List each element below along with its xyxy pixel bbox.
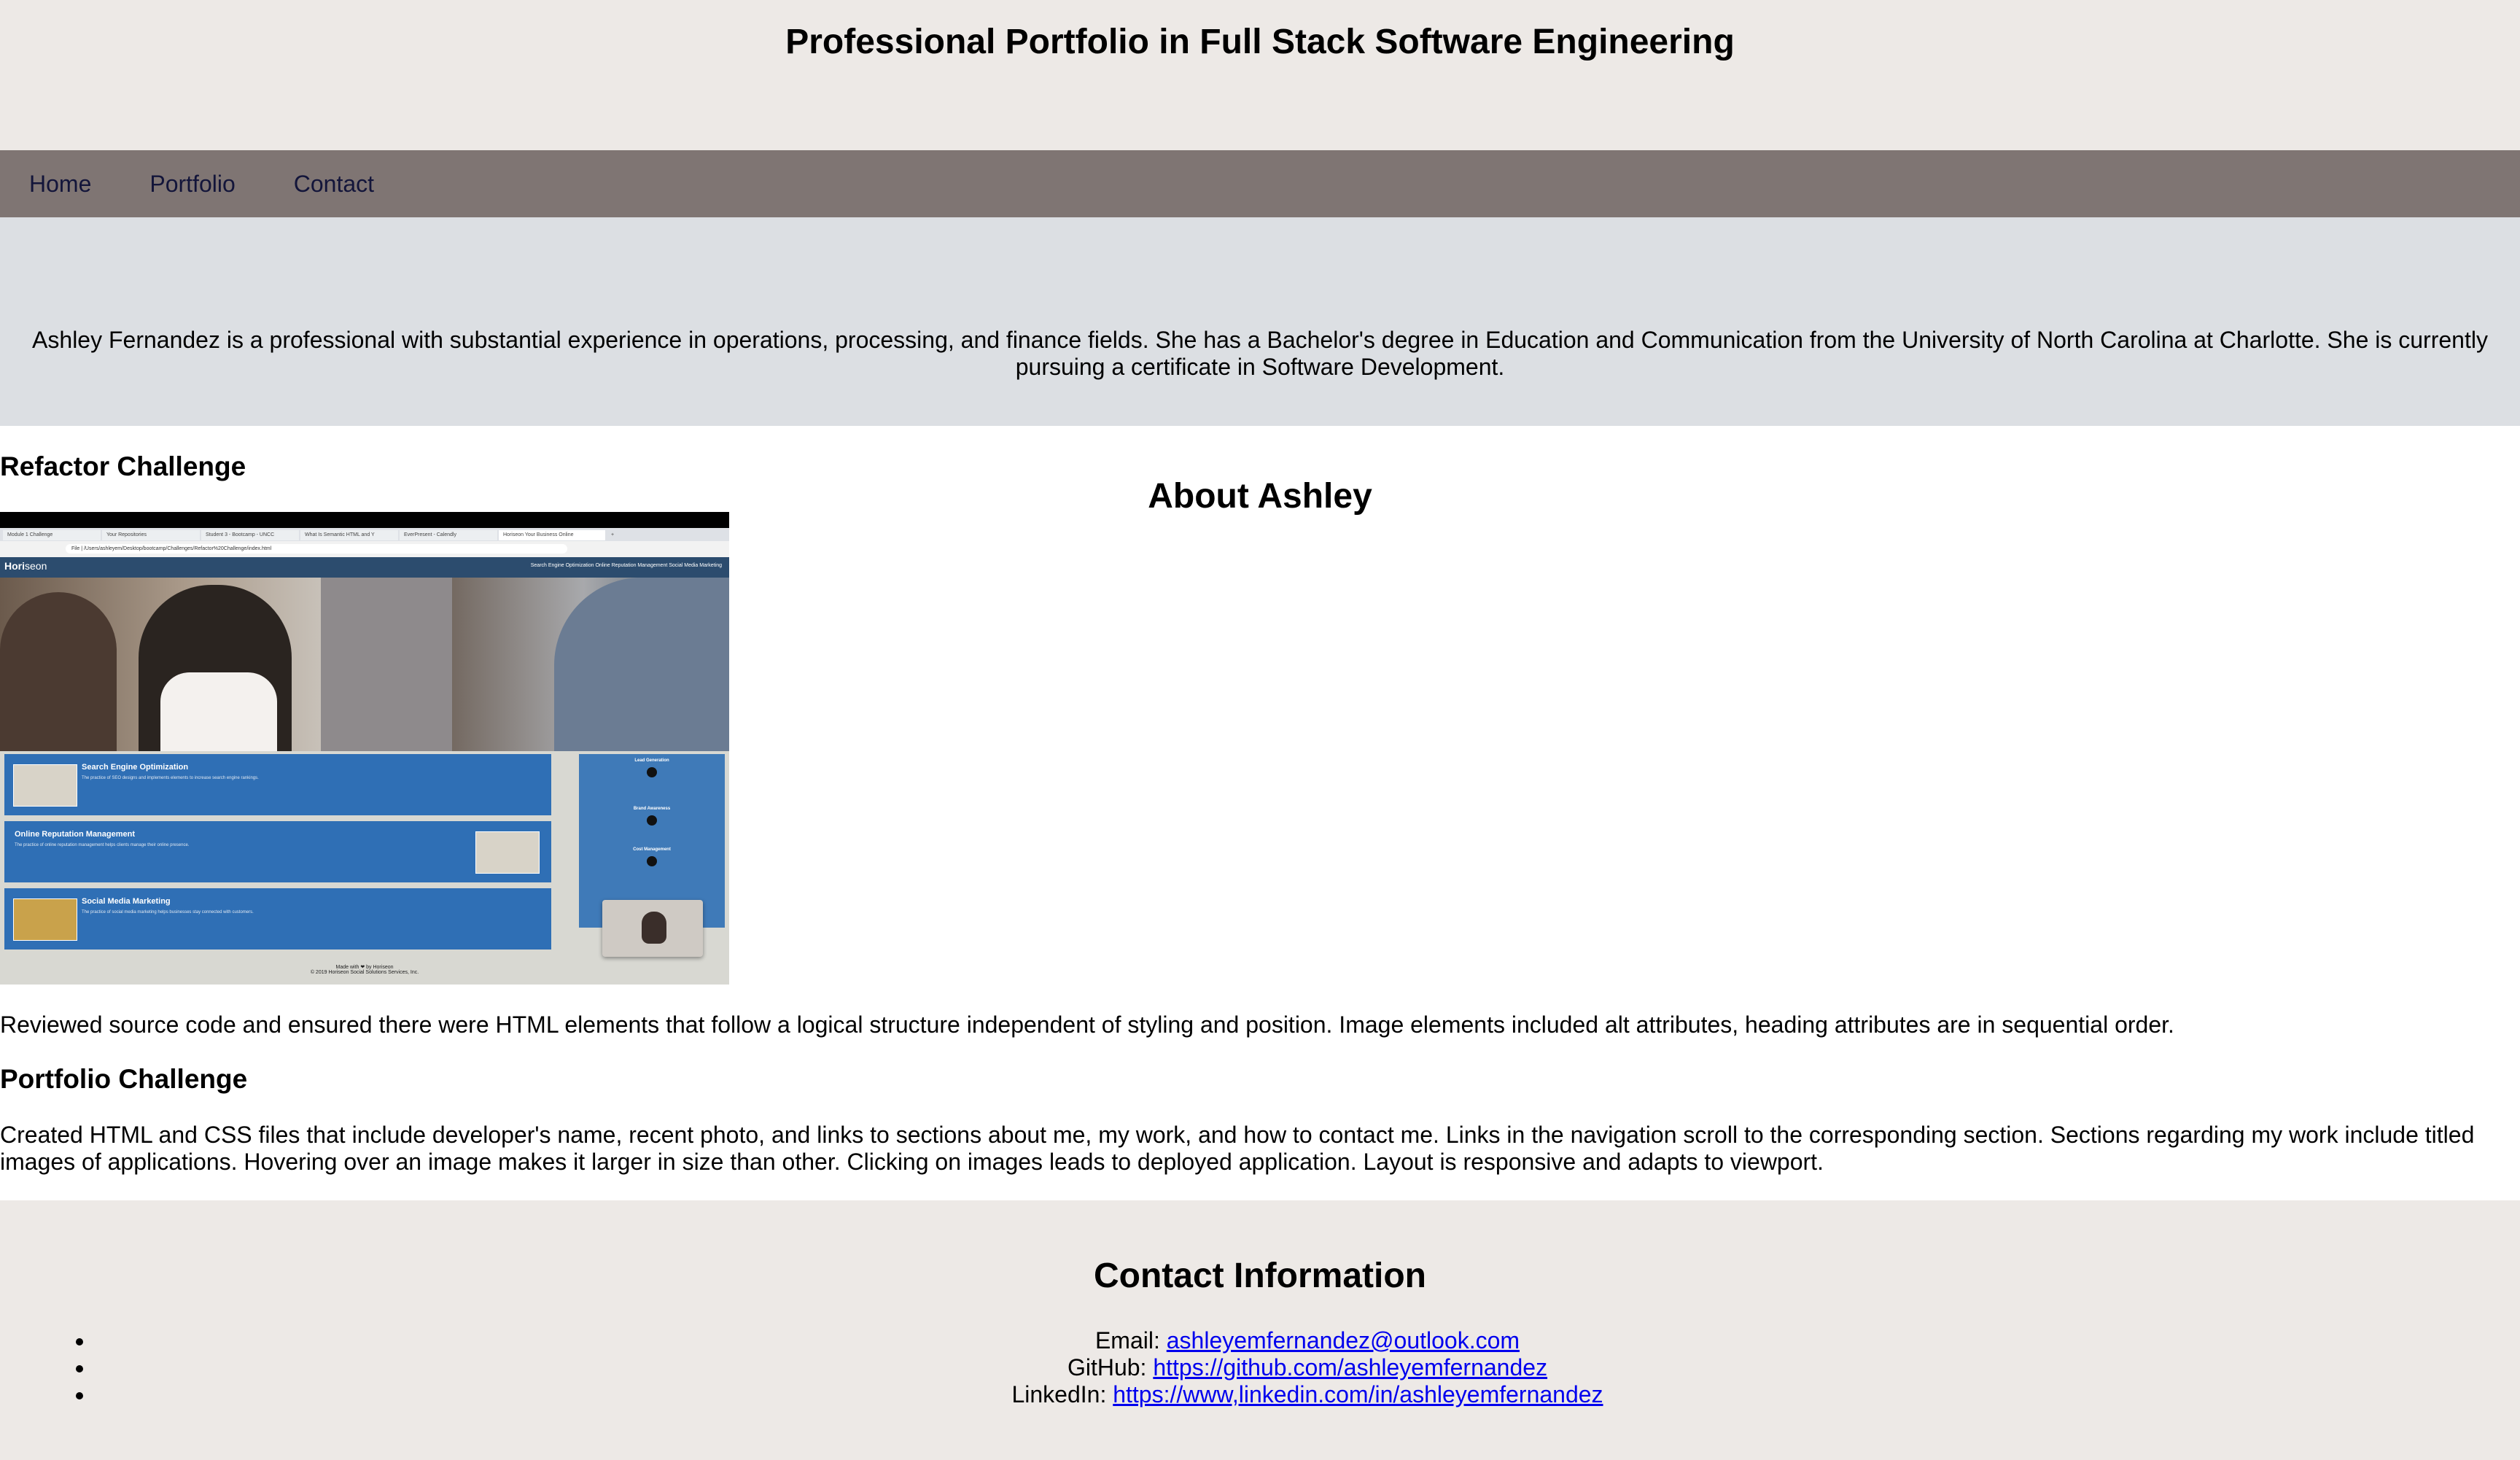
target-icon: [647, 767, 657, 777]
page-title: Professional Portfolio in Full Stack Sof…: [785, 23, 1735, 61]
screenshot-card: Social Media Marketing The practice of s…: [4, 888, 551, 950]
screenshot-tab: EverPresent - Calendly: [400, 530, 497, 540]
screenshot-tab: What Is Semantic HTML and Y: [300, 530, 398, 540]
main-nav: Home Portfolio Contact: [0, 150, 2520, 217]
site-header: Professional Portfolio in Full Stack Sof…: [0, 0, 2520, 150]
side-heading: Cost Management: [633, 847, 671, 852]
about-section: About Ashley Ashley Fernandez is a profe…: [0, 217, 2520, 516]
contact-label: Email:: [1094, 1327, 1167, 1354]
card-title: Online Reputation Management: [15, 830, 136, 839]
portfolio-title: Portfolio Challenge: [0, 1064, 248, 1094]
card-image: [13, 898, 77, 941]
hero-person-shape: [160, 672, 277, 751]
contact-item-email: Email: ashleyemfernandez@outlook.com: [95, 1327, 2520, 1354]
card-title: Social Media Marketing: [82, 897, 171, 906]
screenshot-footer-line: Made with ❤ by Horiseon: [335, 965, 394, 970]
webcam-face: [642, 912, 666, 944]
screenshot-brand: Horiseon: [4, 560, 47, 572]
screenshot-card: Online Reputation Management The practic…: [4, 821, 551, 882]
screenshot-footer: Made with ❤ by Horiseon © 2019 Horiseon …: [0, 964, 729, 975]
hero-person-shape: [554, 578, 729, 751]
work-section: Refactor Challenge Module 1 Challenge Yo…: [0, 426, 2520, 1200]
contact-list: Email: ashleyemfernandez@outlook.com Git…: [0, 1327, 2520, 1408]
screenshot-brand-links: Search Engine Optimization Online Reputa…: [530, 563, 722, 568]
card-image: [13, 764, 77, 807]
contact-section: Contact Information Email: ashleyemferna…: [0, 1200, 2520, 1460]
card-text: The practice of online reputation manage…: [15, 843, 190, 847]
screenshot-tabstrip: Module 1 Challenge Your Repositories Stu…: [0, 528, 729, 541]
screenshot-tab: Your Repositories: [102, 530, 200, 540]
screenshot-card: Search Engine Optimization The practice …: [4, 754, 551, 815]
screenshot-url: File | /Users/ashleyem/Desktop/bootcamp/…: [66, 544, 567, 554]
webcam-overlay: [602, 900, 703, 957]
github-link[interactable]: https://github.com/ashleyemfernandez: [1153, 1354, 1547, 1381]
screenshot-addressbar: File | /Users/ashleyem/Desktop/bootcamp/…: [0, 541, 729, 557]
card-image: [475, 831, 540, 874]
portfolio-description: Created HTML and CSS files that include …: [0, 1122, 2475, 1175]
screenshot-site-header: Horiseon Search Engine Optimization Onli…: [0, 557, 729, 578]
contact-label: GitHub:: [1067, 1354, 1154, 1381]
side-heading: Lead Generation: [634, 758, 669, 763]
card-text: The practice of SEO designs and implemen…: [82, 776, 259, 780]
email-link[interactable]: ashleyemfernandez@outlook.com: [1167, 1327, 1520, 1354]
screenshot-tab: Horiseon Your Business Online: [499, 530, 605, 540]
linkedin-link[interactable]: https://www,linkedin.com/in/ashleyemfern…: [1113, 1381, 1603, 1407]
money-icon: [647, 856, 657, 866]
megaphone-icon: [647, 815, 657, 826]
refactor-screenshot[interactable]: Module 1 Challenge Your Repositories Stu…: [0, 512, 729, 985]
screenshot-tab: Module 1 Challenge: [3, 530, 101, 540]
screenshot-tab: +: [611, 532, 615, 537]
refactor-title: Refactor Challenge: [0, 451, 246, 481]
about-text: Ashley Fernandez is a professional with …: [32, 327, 2488, 380]
card-title: Search Engine Optimization: [82, 763, 189, 772]
contact-item-linkedin: LinkedIn: https://www,linkedin.com/in/as…: [95, 1381, 2520, 1408]
refactor-description: Reviewed source code and ensured there w…: [0, 1011, 2174, 1038]
nav-link-home[interactable]: Home: [29, 150, 91, 217]
contact-title: Contact Information: [1094, 1257, 1426, 1295]
side-heading: Brand Awareness: [633, 807, 671, 811]
screenshot-titlebar: [0, 512, 729, 528]
card-text: The practice of social media marketing h…: [82, 910, 254, 915]
contact-label: LinkedIn:: [1011, 1381, 1113, 1407]
contact-item-github: GitHub: https://github.com/ashleyemferna…: [95, 1354, 2520, 1381]
screenshot-footer-line: © 2019 Horiseon Social Solutions Service…: [310, 970, 419, 975]
nav-link-portfolio[interactable]: Portfolio: [149, 150, 235, 217]
hero-person-shape: [321, 578, 452, 751]
hero-person-shape: [0, 592, 117, 751]
screenshot-hero-image: [0, 578, 729, 751]
screenshot-tab: Student 3 - Bootcamp - UNCC: [201, 530, 299, 540]
nav-link-contact[interactable]: Contact: [294, 150, 374, 217]
